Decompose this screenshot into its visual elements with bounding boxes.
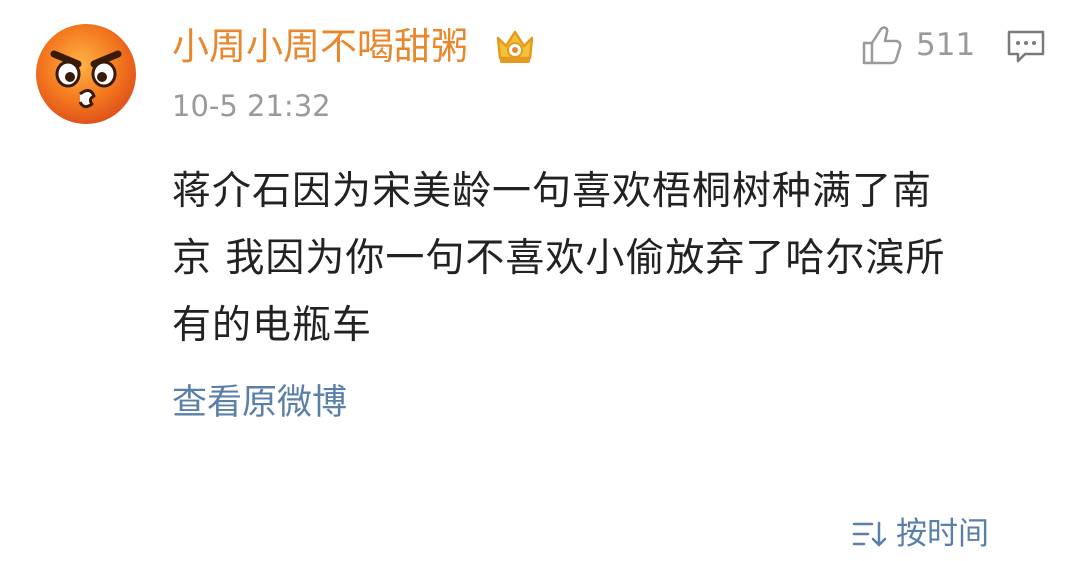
sort-label: 按时间 — [896, 516, 989, 552]
comment-card: 小周小周不喝甜粥 10-5 21:32 511 蒋介石因为宋美龄一句喜欢梧桐树种… — [0, 0, 1080, 561]
comment-text-line: 蒋介石因为宋美龄一句喜欢梧桐树种满了南 — [172, 169, 933, 214]
avatar[interactable] — [34, 22, 138, 126]
comment-text-line: 京 我因为你一句不喜欢小偷放弃了哈尔滨所 — [172, 236, 946, 281]
like-button[interactable]: 511 — [860, 22, 975, 68]
sort-by-time-button[interactable]: 按时间 — [852, 512, 989, 556]
comment-timestamp: 10-5 21:32 — [172, 89, 331, 123]
comment-text: 蒋介石因为宋美龄一句喜欢梧桐树种满了南 京 我因为你一句不喜欢小偷放弃了哈尔滨所… — [172, 158, 1032, 359]
crown-vip-icon[interactable] — [493, 24, 537, 68]
comment-icon[interactable] — [1004, 24, 1048, 68]
view-original-link[interactable]: 查看原微博 — [172, 378, 347, 428]
comment-text-line: 有的电瓶车 — [172, 303, 373, 348]
author-name[interactable]: 小周小周不喝甜粥 — [172, 24, 468, 70]
like-count: 511 — [916, 27, 976, 63]
thumbs-up-icon — [862, 26, 902, 65]
sort-icon — [852, 521, 887, 547]
angry-face-icon — [36, 24, 136, 124]
